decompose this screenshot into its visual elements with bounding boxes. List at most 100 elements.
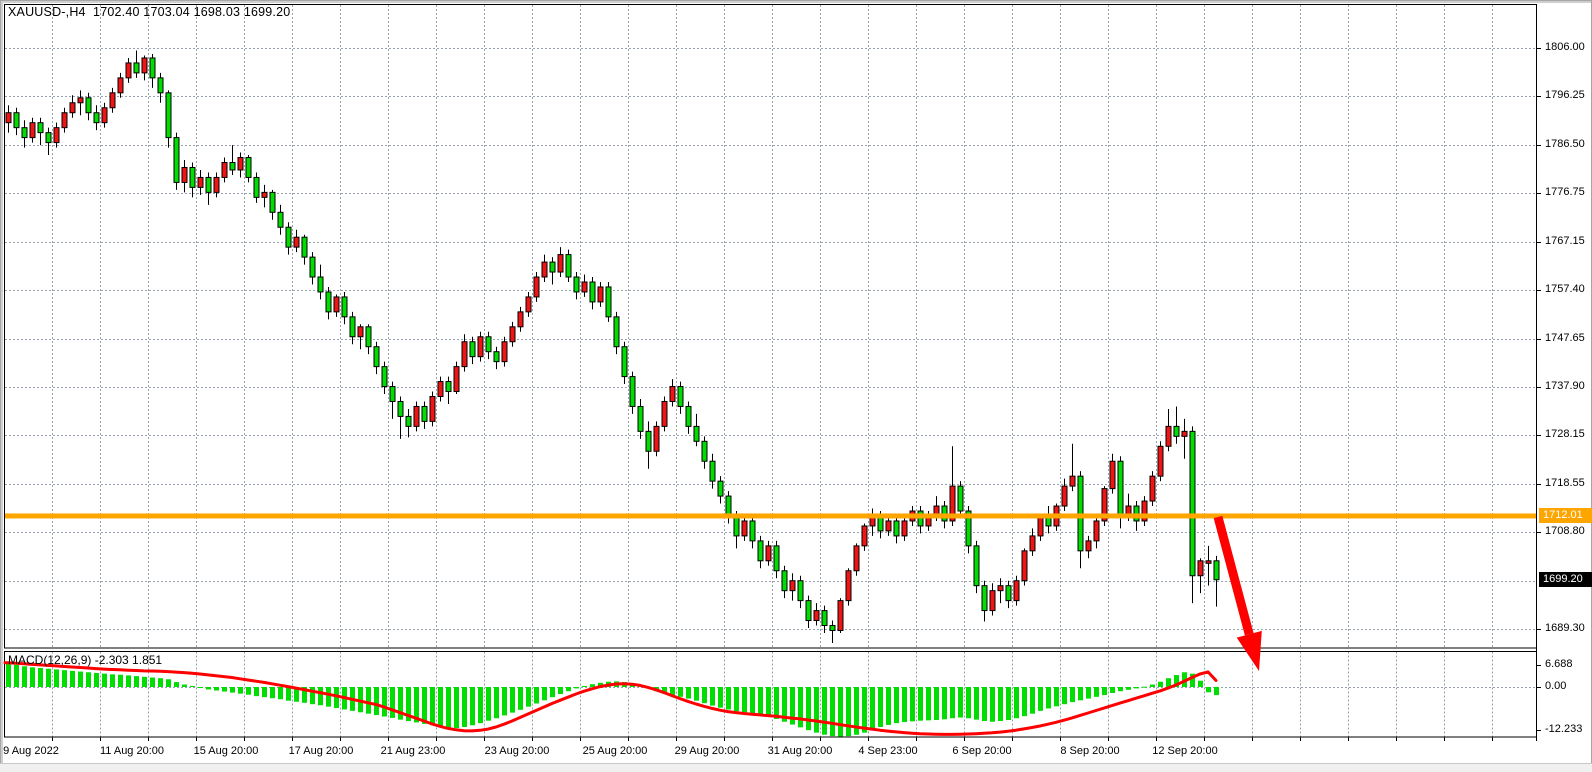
candle-body bbox=[462, 342, 467, 367]
candle-body bbox=[86, 98, 91, 113]
macd-bar bbox=[1006, 687, 1011, 720]
macd-bar bbox=[14, 665, 19, 687]
macd-bar bbox=[166, 679, 171, 687]
candle-body bbox=[998, 586, 1003, 591]
macd-bar bbox=[926, 687, 931, 720]
candle-body bbox=[486, 337, 491, 352]
candle-body bbox=[414, 406, 419, 426]
candle-body bbox=[1166, 426, 1171, 446]
candle-body bbox=[854, 546, 859, 571]
candle-body bbox=[750, 521, 755, 541]
candle-body bbox=[574, 277, 579, 292]
candle-body bbox=[774, 546, 779, 571]
macd-bar bbox=[750, 687, 755, 713]
price-axis-label: 1767.15 bbox=[1545, 235, 1585, 247]
macd-bar bbox=[942, 687, 947, 719]
candle-body bbox=[534, 277, 539, 297]
macd-bar bbox=[142, 677, 147, 687]
candle-body bbox=[694, 426, 699, 441]
macd-bar bbox=[686, 687, 691, 699]
candle-body bbox=[238, 158, 243, 170]
macd-bar bbox=[1030, 687, 1035, 714]
candles-layer[interactable] bbox=[6, 50, 1219, 642]
candle-body bbox=[358, 327, 363, 337]
macd-bar bbox=[462, 687, 467, 727]
macd-bar bbox=[214, 687, 219, 691]
macd-bar bbox=[990, 687, 995, 722]
time-axis-label: 25 Aug 20:00 bbox=[570, 745, 660, 757]
candle-body bbox=[622, 347, 627, 377]
macd-bar bbox=[510, 687, 515, 713]
grid-lines bbox=[5, 5, 1536, 737]
macd-bar bbox=[206, 687, 211, 689]
macd-bar bbox=[102, 674, 107, 687]
macd-bar bbox=[494, 687, 499, 718]
horizontal-line-1712[interactable] bbox=[5, 513, 1536, 518]
candle-body bbox=[670, 387, 675, 402]
macd-bar bbox=[94, 673, 99, 687]
macd-bar bbox=[550, 687, 555, 697]
candle-body bbox=[206, 177, 211, 192]
macd-bar bbox=[894, 687, 899, 723]
macd-bar bbox=[1158, 682, 1163, 687]
macd-bar bbox=[974, 687, 979, 720]
macd-axis-label: 0.00 bbox=[1545, 680, 1566, 692]
macd-bar bbox=[766, 687, 771, 716]
macd-bar bbox=[126, 675, 131, 687]
candle-body bbox=[198, 177, 203, 187]
macd-bar bbox=[918, 687, 923, 721]
macd-bar bbox=[62, 670, 67, 687]
chart-canvas[interactable] bbox=[0, 0, 1592, 772]
macd-bar bbox=[190, 686, 195, 687]
macd-bar bbox=[878, 687, 883, 727]
macd-bar bbox=[1086, 687, 1091, 699]
macd-bar bbox=[478, 687, 483, 723]
macd-bar bbox=[118, 675, 123, 687]
candle-body bbox=[766, 546, 771, 561]
candle-body bbox=[118, 78, 123, 93]
macd-bar bbox=[590, 684, 595, 687]
candle-body bbox=[406, 416, 411, 426]
macd-bar bbox=[1046, 687, 1051, 708]
candle-body bbox=[918, 511, 923, 526]
macd-bar bbox=[1214, 687, 1219, 695]
candle-body bbox=[166, 93, 171, 138]
candle-body bbox=[102, 108, 107, 123]
macd-bar bbox=[958, 687, 963, 718]
time-axis-label: 29 Aug 20:00 bbox=[662, 745, 752, 757]
macd-bar bbox=[438, 687, 443, 726]
symbol-ohlc-title: XAUUSD-,H4 1702.40 1703.04 1698.03 1699.… bbox=[8, 5, 290, 19]
candle-body bbox=[1014, 581, 1019, 601]
candle-body bbox=[214, 177, 219, 192]
price-axis-label: 1737.90 bbox=[1545, 380, 1585, 392]
candle-body bbox=[470, 342, 475, 357]
macd-bar bbox=[238, 687, 243, 694]
time-axis-label: 8 Sep 20:00 bbox=[1045, 745, 1135, 757]
candle-body bbox=[366, 327, 371, 347]
candle-body bbox=[62, 113, 67, 128]
macd-bar bbox=[734, 687, 739, 711]
macd-bar bbox=[262, 687, 267, 697]
time-axis-label: 9 Aug 2022 bbox=[0, 745, 76, 757]
macd-bar bbox=[726, 687, 731, 709]
candle-body bbox=[654, 426, 659, 451]
macd-bar bbox=[694, 687, 699, 701]
price-axis-label: 1806.00 bbox=[1545, 41, 1585, 53]
candle-body bbox=[710, 461, 715, 481]
candle-body bbox=[798, 581, 803, 601]
time-axis-label: 15 Aug 20:00 bbox=[181, 745, 271, 757]
macd-bar bbox=[366, 687, 371, 714]
arrow-shaft bbox=[1218, 517, 1249, 634]
macd-bar bbox=[966, 687, 971, 718]
macd-bar bbox=[390, 687, 395, 718]
time-axis-label: 21 Aug 23:00 bbox=[368, 745, 458, 757]
candle-body bbox=[1150, 476, 1155, 501]
macd-bar bbox=[798, 687, 803, 727]
candle-body bbox=[446, 382, 451, 392]
candle-body bbox=[590, 282, 595, 302]
candle-body bbox=[726, 496, 731, 516]
macd-bar bbox=[838, 687, 843, 737]
candle-body bbox=[510, 327, 515, 342]
candle-body bbox=[502, 342, 507, 362]
macd-bar bbox=[174, 682, 179, 687]
